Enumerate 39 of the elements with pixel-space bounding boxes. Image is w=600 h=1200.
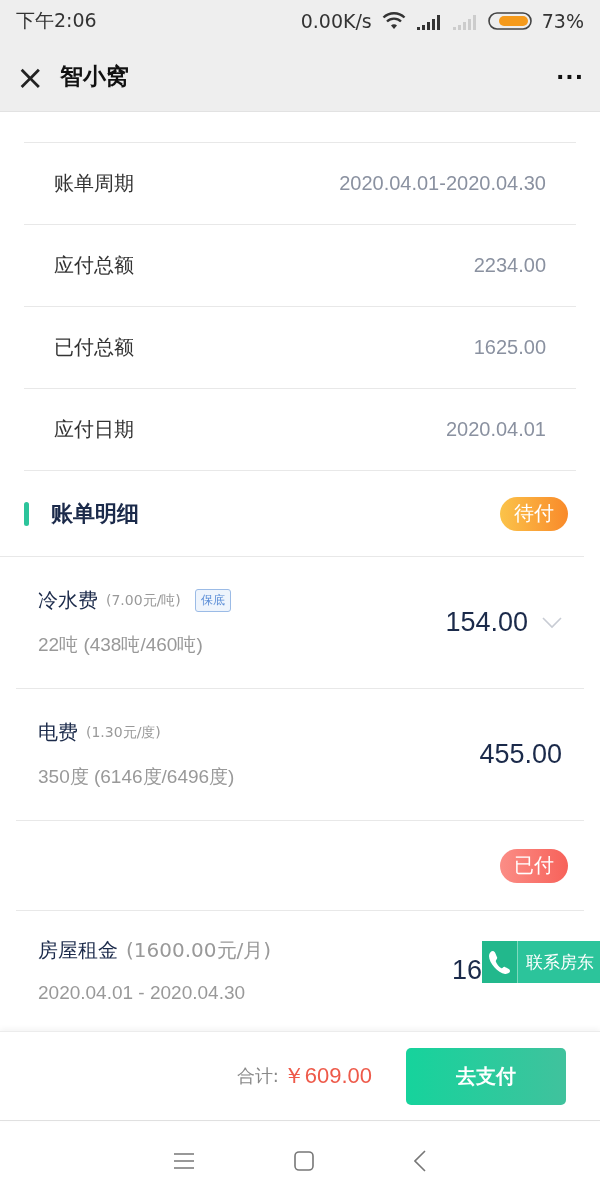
network-speed: 0.00K/s xyxy=(300,10,372,32)
field-label: 已付总额 xyxy=(54,334,134,361)
field-value: 2020.04.01-2020.04.30 xyxy=(339,172,546,195)
total-amount: ￥609.00 xyxy=(282,1062,372,1090)
section-title: 账单明细 xyxy=(51,499,139,528)
total-label: 合计: xyxy=(236,1064,279,1088)
back-icon[interactable] xyxy=(414,1149,426,1172)
field-value: 2020.04.01 xyxy=(445,418,546,441)
wifi-icon xyxy=(381,12,406,30)
fee-rate: (1600.00元/月) xyxy=(126,936,272,964)
status-time: 下午2:06 xyxy=(16,8,97,33)
menu-icon[interactable] xyxy=(174,1152,194,1169)
battery-percent: 73% xyxy=(541,10,584,32)
fee-rate: (7.00元/吨) xyxy=(106,591,181,610)
page-title: 智小窝 xyxy=(60,62,129,91)
fee-name: 电费 xyxy=(38,719,78,746)
phone-icon xyxy=(487,949,512,975)
field-value: 2234.00 xyxy=(473,254,546,277)
fee-name: 房屋租金 xyxy=(38,936,118,964)
battery-icon xyxy=(487,12,532,30)
field-label: 应付日期 xyxy=(54,416,134,443)
fee-amount: 455.00 xyxy=(479,739,562,770)
billing-period: 2020.04.01 - 2020.04.30 xyxy=(38,981,247,1004)
section-accent-bar xyxy=(24,501,29,526)
status-badge: 待付 xyxy=(500,496,568,531)
fee-tag: 保底 xyxy=(194,589,231,612)
fee-amount: 16 xyxy=(451,954,482,986)
field-label: 应付总额 xyxy=(54,252,134,279)
field-value: 1625.00 xyxy=(473,336,546,359)
fee-rate: (1.30元/度) xyxy=(86,723,161,742)
more-button[interactable]: ··· xyxy=(555,64,584,89)
fee-amount: 154.00 xyxy=(445,607,528,638)
close-button[interactable]: × xyxy=(16,59,48,94)
usage-reading: 22吨 (438吨/460吨) xyxy=(38,633,204,657)
field-label: 账单周期 xyxy=(54,170,134,197)
status-badge: 已付 xyxy=(500,848,568,883)
usage-reading: 350度 (6146度/6496度) xyxy=(38,765,235,789)
home-icon[interactable] xyxy=(294,1150,314,1171)
fee-name: 冷水费 xyxy=(38,587,98,614)
